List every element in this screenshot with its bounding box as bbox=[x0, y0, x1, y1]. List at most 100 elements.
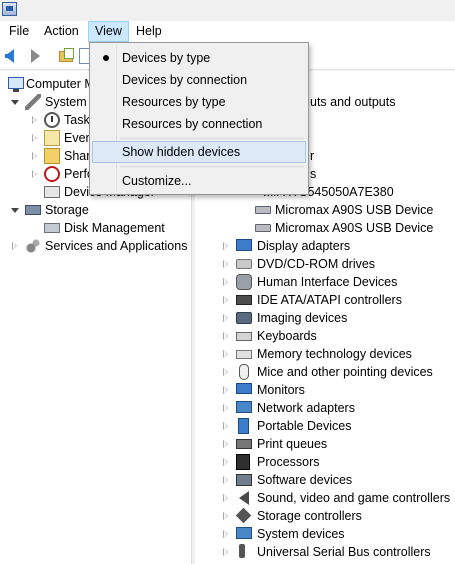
menu-item-resources-by-connection[interactable]: Resources by connection bbox=[92, 113, 306, 135]
tree-label-monitors: Monitors bbox=[257, 383, 305, 397]
tree-label-memory-technology-devices: Memory technology devices bbox=[257, 347, 412, 361]
back-button[interactable] bbox=[4, 47, 22, 65]
tree-label-partial-r: r bbox=[310, 149, 315, 163]
menu-file[interactable]: File bbox=[3, 21, 35, 42]
tree-label-storage-controllers: Storage controllers bbox=[257, 509, 362, 523]
expanded-caret-icon[interactable] bbox=[11, 208, 19, 213]
collapsed-caret-icon[interactable] bbox=[223, 368, 228, 376]
collapsed-caret-icon[interactable] bbox=[223, 278, 228, 286]
processor-icon bbox=[236, 454, 250, 470]
tree-label-computer-management: Computer M bbox=[26, 77, 95, 91]
collapsed-caret-icon[interactable] bbox=[223, 296, 228, 304]
system-tools-icon bbox=[25, 94, 41, 110]
storage-icon bbox=[25, 205, 41, 215]
tree-label-processors: Processors bbox=[257, 455, 320, 469]
tree-label-audio-inputs-outputs: uts and outputs bbox=[310, 95, 396, 109]
collapsed-caret-icon[interactable] bbox=[223, 458, 228, 466]
dvd-drive-icon bbox=[236, 259, 252, 269]
collapsed-caret-icon[interactable] bbox=[32, 134, 37, 142]
collapsed-caret-icon[interactable] bbox=[223, 404, 228, 412]
imaging-device-icon bbox=[236, 312, 252, 324]
clock-icon bbox=[44, 112, 60, 128]
forward-button[interactable] bbox=[24, 47, 42, 65]
menu-item-show-hidden-devices[interactable]: Show hidden devices bbox=[92, 141, 306, 163]
collapsed-caret-icon[interactable] bbox=[223, 440, 228, 448]
usb-drive-icon bbox=[255, 224, 271, 232]
collapsed-caret-icon[interactable] bbox=[223, 386, 228, 394]
menu-item-label: Devices by type bbox=[122, 51, 211, 65]
system-device-icon bbox=[236, 527, 252, 539]
disk-management-icon bbox=[44, 223, 60, 233]
menu-item-devices-by-type[interactable]: Devices by type bbox=[92, 47, 306, 69]
collapsed-caret-icon[interactable] bbox=[223, 476, 228, 484]
ide-controller-icon bbox=[236, 295, 252, 305]
tree-label-system-devices: System devices bbox=[257, 527, 345, 541]
device-manager-app-icon[interactable] bbox=[2, 2, 17, 16]
collapsed-caret-icon[interactable] bbox=[223, 548, 228, 556]
display-adapter-icon bbox=[236, 239, 252, 251]
performance-icon bbox=[44, 166, 60, 182]
collapsed-caret-icon[interactable] bbox=[223, 422, 228, 430]
tree-label-shared-folders: Shar bbox=[64, 149, 91, 163]
tree-label-keyboards: Keyboards bbox=[257, 329, 317, 343]
radio-bullet-icon bbox=[103, 55, 109, 61]
usb-drive-icon bbox=[255, 206, 271, 214]
tree-label-print-queues: Print queues bbox=[257, 437, 328, 451]
back-arrow-icon bbox=[5, 49, 14, 63]
menu-help[interactable]: Help bbox=[130, 21, 168, 42]
folder-icon bbox=[59, 48, 74, 62]
event-viewer-icon bbox=[44, 130, 60, 146]
storage-controller-icon bbox=[235, 507, 252, 524]
device-label-micromax-usb: Micromax A90S USB Device bbox=[275, 221, 434, 235]
tree-label-usb-controllers: Universal Serial Bus controllers bbox=[257, 545, 431, 559]
collapsed-caret-icon[interactable] bbox=[223, 530, 228, 538]
mouse-icon bbox=[239, 364, 249, 380]
computer-icon bbox=[8, 77, 24, 92]
menu-item-label: Resources by connection bbox=[122, 117, 263, 131]
collapsed-caret-icon[interactable] bbox=[32, 152, 37, 160]
view-dropdown-menu: Devices by type Devices by connection Re… bbox=[89, 42, 309, 195]
collapsed-caret-icon[interactable] bbox=[223, 332, 228, 340]
menu-view[interactable]: View bbox=[88, 21, 129, 42]
menu-action[interactable]: Action bbox=[38, 21, 85, 42]
printer-icon bbox=[236, 439, 252, 449]
menu-bar: File Action View Help bbox=[0, 21, 455, 42]
monitor-icon bbox=[236, 383, 252, 394]
services-icon bbox=[25, 238, 41, 254]
collapsed-caret-icon[interactable] bbox=[223, 314, 228, 322]
expanded-caret-icon[interactable] bbox=[11, 100, 19, 105]
tree-label-disk-management: Disk Management bbox=[64, 221, 165, 235]
tree-label-disk-drives: s bbox=[310, 167, 317, 181]
collapsed-caret-icon[interactable] bbox=[32, 116, 37, 124]
collapsed-caret-icon[interactable] bbox=[223, 242, 228, 250]
software-device-icon bbox=[236, 474, 252, 486]
show-hide-console-tree-button[interactable] bbox=[58, 47, 76, 65]
tree-label-storage: Storage bbox=[45, 203, 89, 217]
menu-item-devices-by-connection[interactable]: Devices by connection bbox=[92, 69, 306, 91]
tree-label-network-adapters: Network adapters bbox=[257, 401, 355, 415]
collapsed-caret-icon[interactable] bbox=[223, 494, 228, 502]
collapsed-caret-icon[interactable] bbox=[32, 170, 37, 178]
collapsed-caret-icon[interactable] bbox=[223, 350, 228, 358]
tree-label-portable-devices: Portable Devices bbox=[257, 419, 352, 433]
usb-icon bbox=[239, 544, 245, 558]
collapsed-caret-icon[interactable] bbox=[223, 512, 228, 520]
tree-label-task-scheduler: Task bbox=[64, 113, 90, 127]
tree-label-software-devices: Software devices bbox=[257, 473, 353, 487]
menu-separator bbox=[120, 138, 304, 139]
menu-item-label: Devices by connection bbox=[122, 73, 248, 87]
collapsed-caret-icon[interactable] bbox=[12, 242, 17, 250]
portable-device-icon bbox=[238, 418, 249, 434]
menu-separator bbox=[120, 166, 304, 167]
network-adapter-icon bbox=[236, 401, 252, 413]
tree-label-dvd-cd-rom-drives: DVD/CD-ROM drives bbox=[257, 257, 376, 271]
menu-item-resources-by-type[interactable]: Resources by type bbox=[92, 91, 306, 113]
device-manager-icon bbox=[44, 186, 60, 198]
collapsed-caret-icon[interactable] bbox=[223, 260, 228, 268]
menu-item-label: Resources by type bbox=[122, 95, 226, 109]
tree-label-human-interface-devices: Human Interface Devices bbox=[257, 275, 398, 289]
menu-item-label: Customize... bbox=[122, 174, 192, 188]
menu-item-label: Show hidden devices bbox=[122, 145, 241, 159]
menu-item-customize[interactable]: Customize... bbox=[92, 170, 306, 192]
tree-label-services-and-applications: Services and Applications bbox=[45, 239, 188, 253]
